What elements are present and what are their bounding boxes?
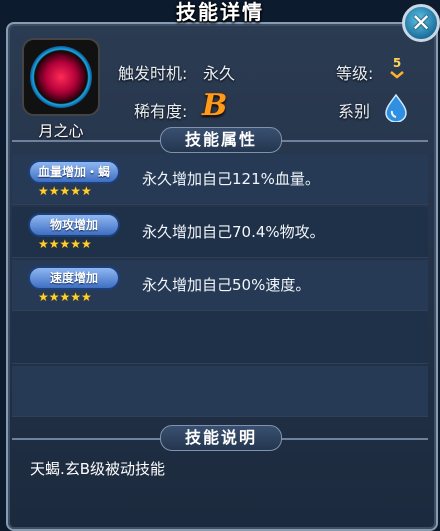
trigger-value: 永久	[203, 64, 236, 83]
attribute-stars: ★★★★★	[38, 237, 92, 251]
window-title: 技能详情	[176, 0, 264, 24]
element-label: 系别	[338, 102, 371, 121]
attribute-tag: 速度增加	[28, 266, 120, 290]
attributes-list: 血量增加・蝎 ★★★★★ 永久增加自己121%血量。 物攻增加 ★★★★★ 永久…	[12, 150, 428, 420]
level-badge: 5	[387, 56, 407, 79]
empty-row	[12, 366, 428, 417]
attribute-row: 速度增加 ★★★★★ 永久增加自己50%速度。	[12, 260, 428, 311]
attribute-text: 永久增加自己70.4%物攻。	[142, 223, 325, 241]
skill-icon-frame	[22, 38, 100, 116]
close-button[interactable]: ✕	[402, 4, 440, 42]
attribute-text: 永久增加自己121%血量。	[142, 170, 320, 188]
close-icon: ✕	[410, 9, 432, 37]
attribute-text: 永久增加自己50%速度。	[142, 276, 311, 294]
level-label: 等级:	[336, 64, 374, 83]
attribute-stars: ★★★★★	[38, 184, 92, 198]
attribute-tag: 物攻增加	[28, 213, 120, 237]
attribute-row: 血量增加・蝎 ★★★★★ 永久增加自己121%血量。	[12, 154, 428, 205]
description-header: 技能说明	[160, 425, 282, 451]
trigger-label: 触发时机:	[118, 64, 188, 83]
skill-description: 天蝎.玄B级被动技能	[30, 460, 166, 478]
chevron-down-icon	[390, 71, 404, 79]
moon-heart-icon	[30, 46, 92, 108]
skill-name: 月之心	[38, 122, 84, 140]
attribute-stars: ★★★★★	[38, 290, 92, 304]
attribute-tag: 血量增加・蝎	[28, 160, 120, 184]
empty-row	[12, 313, 428, 364]
attribute-row: 物攻增加 ★★★★★ 永久增加自己70.4%物攻。	[12, 207, 428, 258]
rarity-value: B	[202, 88, 228, 123]
water-drop-icon	[385, 94, 407, 122]
rarity-label: 稀有度:	[134, 102, 188, 121]
level-value: 5	[392, 56, 402, 70]
